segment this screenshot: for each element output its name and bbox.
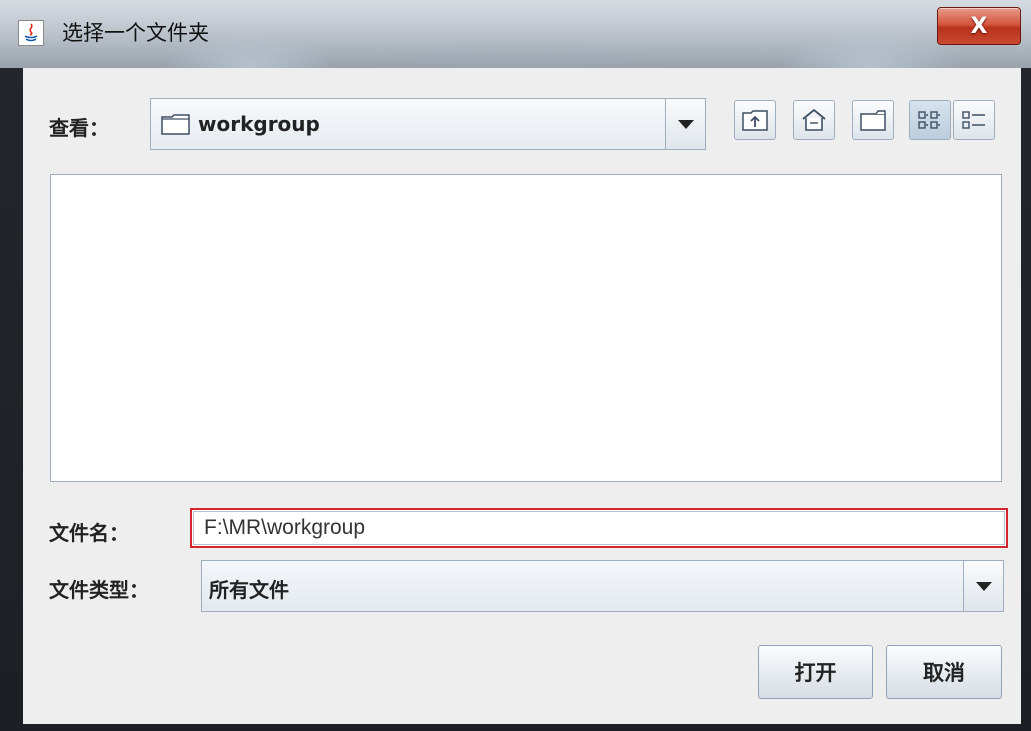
new-folder-button[interactable] bbox=[852, 100, 894, 140]
file-type-value: 所有文件 bbox=[209, 578, 289, 602]
file-type-label: 文件类型： bbox=[49, 578, 149, 602]
title-bar[interactable]: 选择一个文件夹 X bbox=[0, 0, 1031, 68]
list-view-button[interactable] bbox=[909, 100, 951, 140]
look-in-value: workgroup bbox=[198, 112, 320, 136]
details-view-button[interactable] bbox=[953, 100, 995, 140]
look-in-dropdown-button[interactable] bbox=[665, 99, 705, 149]
chevron-down-icon bbox=[975, 581, 992, 591]
open-button[interactable]: 打开 bbox=[758, 645, 873, 699]
folder-icon bbox=[161, 113, 191, 139]
file-name-label: 文件名： bbox=[49, 521, 129, 545]
file-chooser-window: 选择一个文件夹 X 查看： workgroup 文件名： F:\MR\workg… bbox=[0, 0, 1031, 731]
details-view-icon bbox=[962, 111, 985, 129]
file-type-dropdown-button[interactable] bbox=[963, 561, 1003, 611]
close-button[interactable]: X bbox=[937, 7, 1021, 45]
file-list[interactable] bbox=[50, 174, 1002, 482]
file-name-field-frame[interactable] bbox=[190, 508, 1008, 548]
new-folder-icon bbox=[860, 110, 886, 131]
java-app-icon bbox=[18, 20, 44, 46]
window-title: 选择一个文件夹 bbox=[62, 21, 209, 45]
up-folder-icon bbox=[742, 110, 768, 131]
chevron-down-icon bbox=[677, 119, 694, 129]
file-type-combobox[interactable]: 所有文件 bbox=[201, 560, 1004, 612]
file-name-input[interactable] bbox=[204, 514, 964, 542]
look-in-combobox[interactable]: workgroup bbox=[150, 98, 706, 150]
close-icon: X bbox=[970, 13, 988, 39]
look-in-label: 查看： bbox=[49, 116, 109, 140]
home-button[interactable] bbox=[793, 100, 835, 140]
home-icon bbox=[802, 108, 826, 131]
up-one-level-button[interactable] bbox=[734, 100, 776, 140]
dialog-content: 查看： workgroup 文件名： F:\MR\workgroup 文件类型：… bbox=[23, 68, 1021, 724]
cancel-button[interactable]: 取消 bbox=[886, 645, 1002, 699]
list-view-icon bbox=[918, 111, 940, 129]
